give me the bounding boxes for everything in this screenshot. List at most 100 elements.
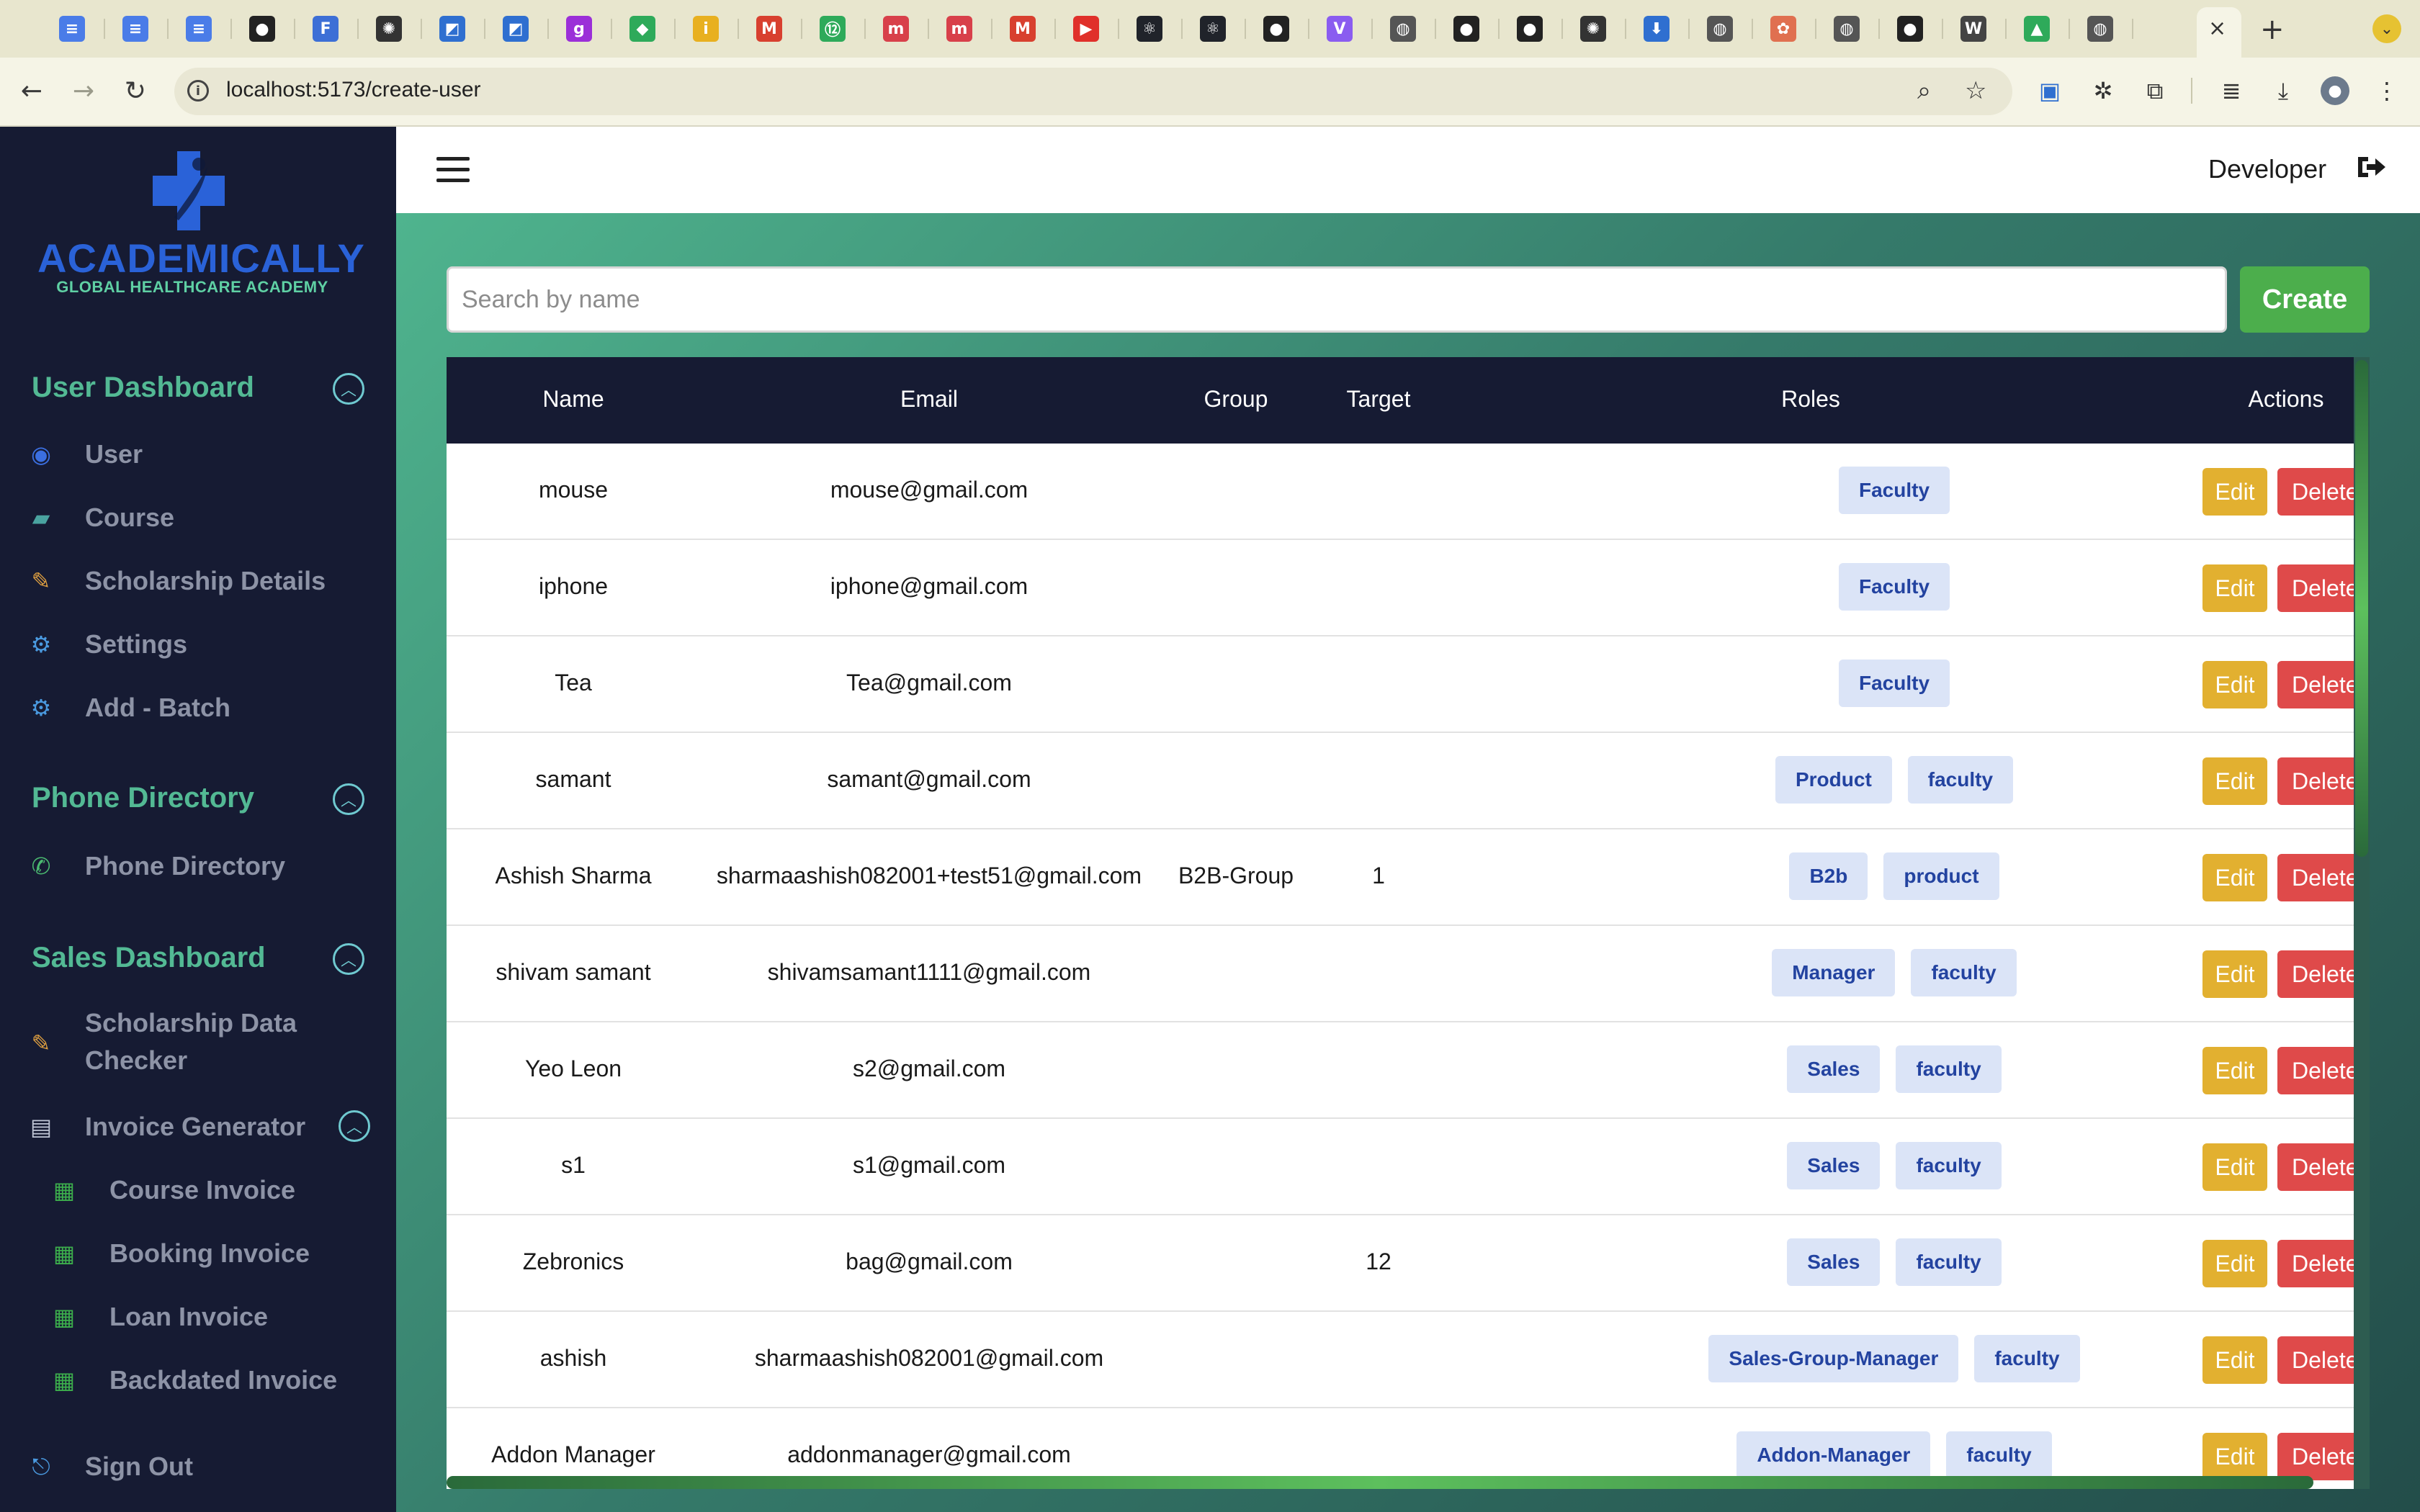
edit-button[interactable]: Edit — [2202, 1047, 2267, 1094]
cell-email: addonmanager@gmail.com — [787, 1441, 1071, 1467]
tab-separator — [1181, 19, 1183, 39]
sidebar-item-settings[interactable]: ⚙ Settings — [0, 619, 396, 670]
m-icon[interactable]: m — [946, 16, 972, 42]
squarespace-icon[interactable]: ✿ — [1770, 16, 1796, 42]
sheets-app-icon[interactable]: ◩ — [439, 16, 465, 42]
downloads-icon[interactable]: ⤓ — [2269, 76, 2298, 105]
drive-icon[interactable]: ▲ — [2024, 16, 2050, 42]
edit-button[interactable]: Edit — [2202, 1240, 2267, 1287]
react-icon[interactable]: ⚛ — [1200, 16, 1226, 42]
sidebar-item-scholarship-data-checker[interactable]: ✎ Scholarship Data Checker — [0, 1004, 396, 1083]
section-title-sales-dashboard[interactable]: Sales Dashboard — [32, 942, 266, 974]
gmail-icon[interactable]: M — [756, 16, 782, 42]
chevron-up-icon[interactable]: ︿ — [333, 373, 364, 405]
react-icon[interactable]: ⚛ — [1137, 16, 1162, 42]
hamburger-menu-icon[interactable] — [436, 157, 470, 183]
youtube-icon[interactable]: ▶ — [1073, 16, 1099, 42]
close-tab-icon[interactable]: × — [2208, 16, 2226, 41]
tab-search-icon[interactable]: ⌄ — [2372, 14, 2401, 43]
vite-icon[interactable]: V — [1327, 16, 1353, 42]
forward-icon[interactable]: → — [66, 73, 101, 108]
tab-separator — [104, 19, 105, 39]
sidebar-item-course-invoice[interactable]: ▦ Course Invoice — [0, 1165, 396, 1215]
profile-avatar-icon[interactable]: ● — [2321, 76, 2349, 105]
reload-icon[interactable]: ↻ — [118, 73, 153, 108]
edit-button[interactable]: Edit — [2202, 950, 2267, 998]
url-text[interactable]: localhost:5173/create-user — [226, 78, 481, 102]
edit-button[interactable]: Edit — [2202, 564, 2267, 612]
docs-icon[interactable]: ≡ — [122, 16, 148, 42]
chevron-up-icon[interactable]: ︿ — [333, 783, 364, 815]
create-button[interactable]: Create — [2240, 266, 2370, 333]
column-header-name[interactable]: Name — [447, 386, 717, 413]
globe-icon[interactable]: ◍ — [2087, 16, 2113, 42]
course-icon: ▰ — [32, 504, 50, 531]
extensions-puzzle-icon[interactable]: ⧉ — [2141, 76, 2169, 105]
extension-bug-icon[interactable]: ✲ — [2089, 76, 2118, 105]
github-icon[interactable]: ● — [1453, 16, 1479, 42]
sidebar-item-course[interactable]: ▰ Course — [0, 492, 396, 543]
column-header-target[interactable]: Target — [1234, 386, 1523, 413]
g-icon[interactable]: g — [566, 16, 592, 42]
sidebar-item-add-batch[interactable]: ⚙ Add - Batch — [0, 683, 396, 733]
tab-separator — [421, 19, 422, 39]
column-header-email[interactable]: Email — [785, 386, 1073, 413]
globe-icon[interactable]: ◍ — [1707, 16, 1733, 42]
maps-icon[interactable]: ◆ — [629, 16, 655, 42]
sidebar-item-label: Backdated Invoice — [109, 1365, 338, 1395]
browser-menu-icon[interactable]: ⋮ — [2372, 76, 2401, 105]
edit-button[interactable]: Edit — [2202, 854, 2267, 901]
back-icon[interactable]: ← — [14, 73, 49, 108]
badge-12-icon[interactable]: ⑫ — [820, 16, 846, 42]
bookmark-star-icon[interactable]: ☆ — [1965, 76, 1986, 105]
chatgpt-icon[interactable]: ✺ — [1580, 16, 1606, 42]
new-tab-icon[interactable]: + — [2260, 13, 2285, 46]
sidebar-item-booking-invoice[interactable]: ▦ Booking Invoice — [0, 1228, 396, 1279]
docs-icon[interactable]: ≡ — [186, 16, 212, 42]
gmail-icon[interactable]: M — [1010, 16, 1036, 42]
site-info-icon[interactable]: i — [187, 80, 209, 102]
sidebar-item-phone-directory[interactable]: ✆ Phone Directory — [0, 841, 396, 891]
zoom-icon[interactable]: ⌕ — [1917, 76, 1931, 105]
sidebar-item-user[interactable]: ◉ User — [0, 429, 396, 480]
search-input[interactable] — [447, 266, 2227, 333]
download-icon[interactable]: ⬇ — [1644, 16, 1670, 42]
sidebar-item-invoice-generator[interactable]: ▤ Invoice Generator — [0, 1102, 396, 1152]
column-header-roles[interactable]: Roles — [1667, 386, 1955, 413]
edit-button[interactable]: Edit — [2202, 1143, 2267, 1191]
chatgpt-icon[interactable]: ✺ — [376, 16, 402, 42]
chevron-up-icon[interactable]: ︿ — [333, 943, 364, 975]
github-icon[interactable]: ● — [1897, 16, 1923, 42]
sheets-app-icon[interactable]: ◩ — [503, 16, 529, 42]
frt-icon[interactable]: F — [313, 16, 339, 42]
edit-button[interactable]: Edit — [2202, 1433, 2267, 1480]
edit-button[interactable]: Edit — [2202, 757, 2267, 805]
extension-f-icon[interactable]: ▣ — [2035, 76, 2064, 105]
sidebar-item-backdated-invoice[interactable]: ▦ Backdated Invoice — [0, 1355, 396, 1405]
edit-button[interactable]: Edit — [2202, 1336, 2267, 1384]
wikipedia-icon[interactable]: W — [1960, 16, 1986, 42]
section-title-user-dashboard[interactable]: User Dashboard — [32, 372, 254, 404]
logout-icon[interactable] — [2355, 151, 2387, 183]
idea-icon[interactable]: i — [693, 16, 719, 42]
vertical-scrollbar-thumb[interactable] — [2355, 360, 2368, 857]
github-icon[interactable]: ● — [249, 16, 275, 42]
sidebar-item-scholarship-details[interactable]: ✎ Scholarship Details — [0, 556, 396, 606]
docs-icon[interactable]: ≡ — [59, 16, 85, 42]
sidebar-item-loan-invoice[interactable]: ▦ Loan Invoice — [0, 1292, 396, 1342]
globe-icon[interactable]: ◍ — [1390, 16, 1416, 42]
sidebar-item-sign-out[interactable]: ⎋ Sign Out — [0, 1441, 396, 1492]
edit-button[interactable]: Edit — [2202, 468, 2267, 516]
github-icon[interactable]: ● — [1517, 16, 1543, 42]
m-icon[interactable]: m — [883, 16, 909, 42]
chevron-up-icon[interactable]: ︿ — [339, 1110, 370, 1142]
globe-icon[interactable]: ◍ — [1834, 16, 1860, 42]
section-title-phone-directory[interactable]: Phone Directory — [32, 782, 254, 814]
column-header-actions[interactable]: Actions — [2142, 386, 2370, 413]
github-icon[interactable]: ● — [1263, 16, 1289, 42]
roles-cell: Manager faculty — [1549, 949, 2240, 999]
horizontal-scrollbar-thumb[interactable] — [447, 1476, 2313, 1489]
sidebar-item-label: Add - Batch — [85, 693, 230, 722]
edit-button[interactable]: Edit — [2202, 661, 2267, 708]
media-controls-icon[interactable]: ≣ — [2217, 76, 2246, 105]
